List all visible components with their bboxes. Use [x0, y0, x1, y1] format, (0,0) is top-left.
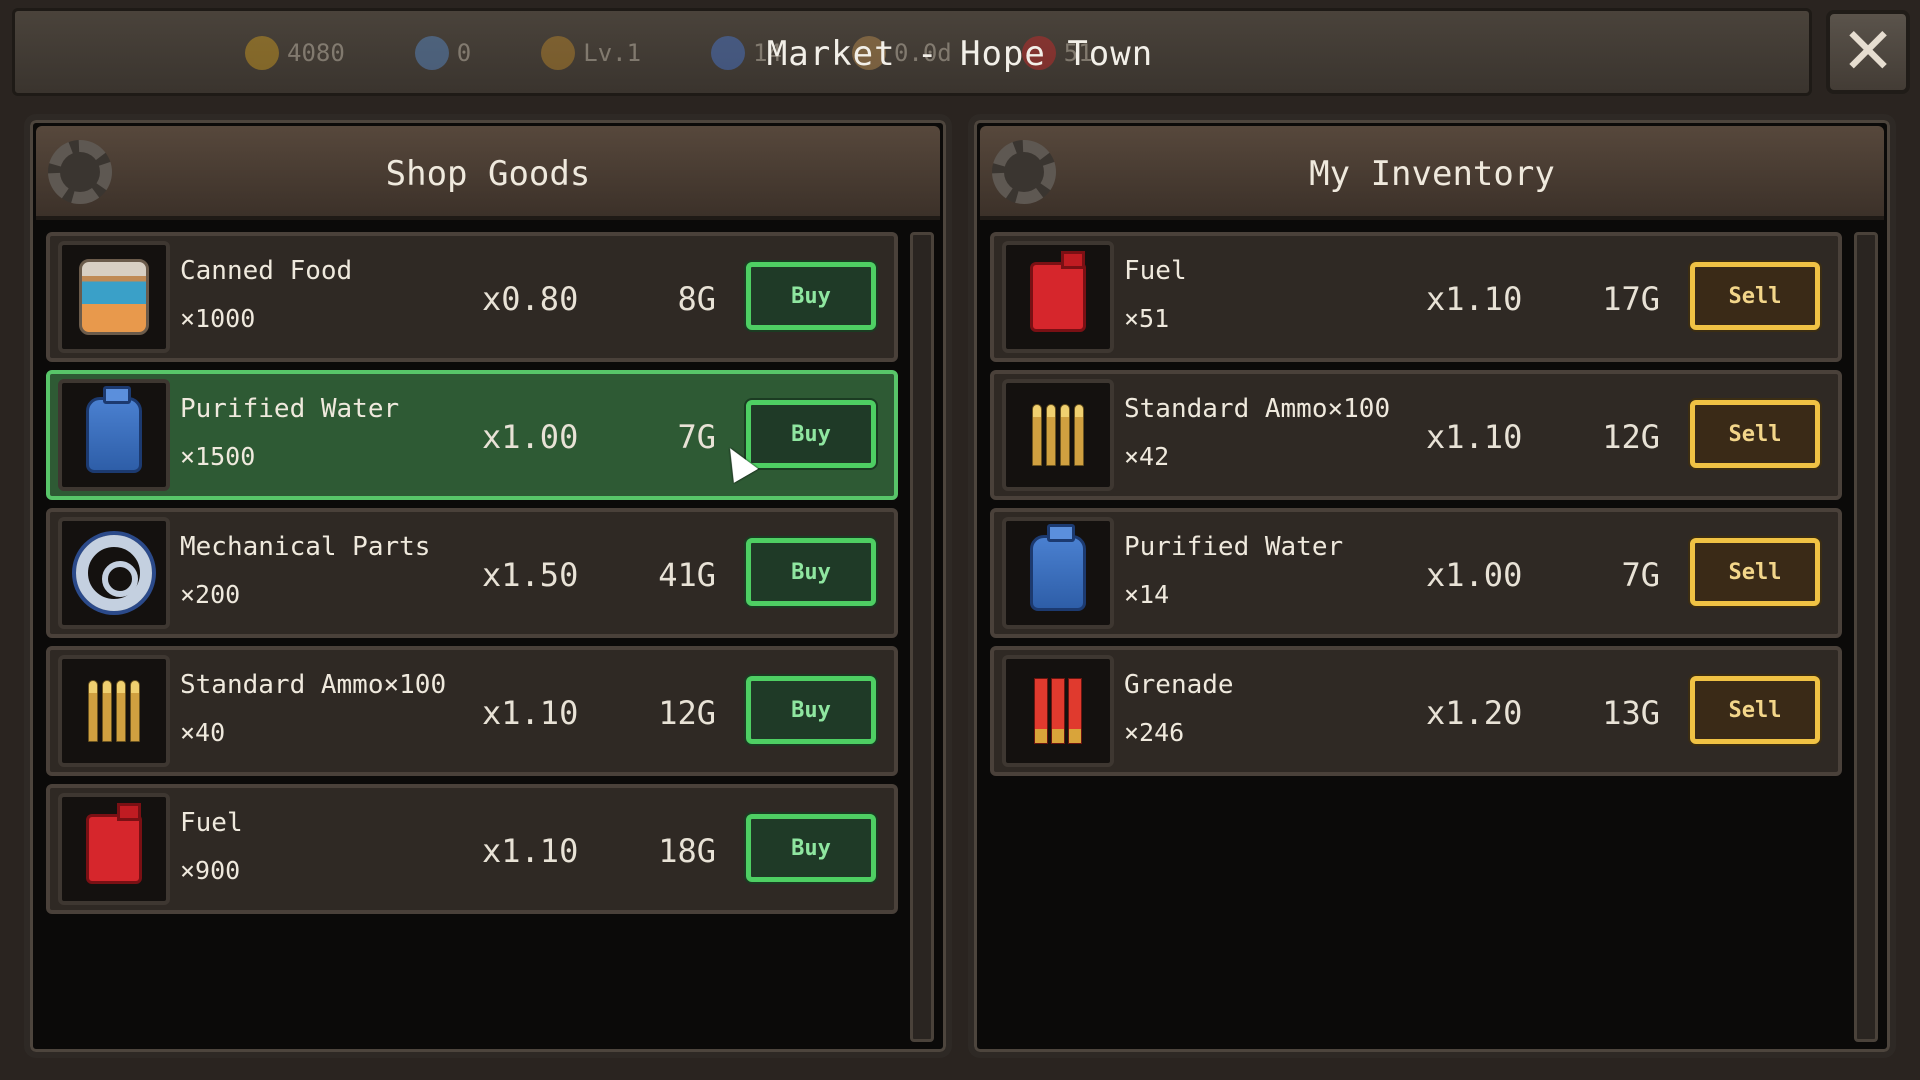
my-inventory-panel: My Inventory Fuel ×51 x1.10 17G Sell Standard…	[968, 114, 1896, 1058]
sell-button[interactable]: Sell	[1690, 538, 1820, 606]
shop-goods-panel: Shop Goods Canned Food ×1000 x0.80 8G Buy Pur…	[24, 114, 952, 1058]
price-multiplier: x1.50	[482, 556, 579, 594]
item-info: Fuel ×51	[1124, 256, 1424, 333]
item-quantity: ×1000	[180, 304, 256, 333]
item-info: Grenade ×246	[1124, 670, 1424, 747]
canned-food-icon	[58, 241, 170, 353]
item-quantity: ×900	[180, 856, 241, 885]
item-row[interactable]: Purified Water ×14 x1.00 7G Sell	[990, 508, 1842, 638]
price-multiplier: x1.10	[482, 694, 579, 732]
item-name: Standard Ammo×100	[1124, 394, 1391, 424]
item-quantity: ×1500	[180, 442, 256, 471]
item-name: Purified Water	[1124, 532, 1344, 562]
price-multiplier: x1.00	[482, 418, 579, 456]
item-quantity: ×200	[180, 580, 241, 609]
item-row[interactable]: Mechanical Parts ×200 x1.50 41G Buy	[46, 508, 898, 638]
close-button[interactable]: ✕	[1826, 10, 1910, 94]
market-title: Market - Hope Town	[766, 34, 1154, 74]
grenade-icon	[1002, 655, 1114, 767]
item-name: Standard Ammo×100	[180, 670, 447, 700]
item-row[interactable]: Fuel ×900 x1.10 18G Buy	[46, 784, 898, 914]
shop-scrollbar[interactable]	[910, 232, 934, 1042]
mechanical-parts-icon	[58, 517, 170, 629]
price-multiplier: x1.00	[1426, 556, 1523, 594]
item-quantity: ×14	[1124, 580, 1170, 609]
item-row[interactable]: Grenade ×246 x1.20 13G Sell	[990, 646, 1842, 776]
ammo-icon	[1002, 379, 1114, 491]
item-quantity: ×42	[1124, 442, 1170, 471]
purified-water-icon	[58, 379, 170, 491]
item-row[interactable]: Standard Ammo×100 ×42 x1.10 12G Sell	[990, 370, 1842, 500]
sell-button[interactable]: Sell	[1690, 400, 1820, 468]
item-name: Mechanical Parts	[180, 532, 431, 562]
item-name: Fuel	[1124, 256, 1187, 286]
item-price: 17G	[1602, 280, 1660, 318]
item-quantity: ×40	[180, 718, 226, 747]
price-multiplier: x1.10	[482, 832, 579, 870]
sell-button[interactable]: Sell	[1690, 262, 1820, 330]
panel-header: Shop Goods	[36, 126, 940, 220]
item-row[interactable]: Purified Water ×1500 x1.00 7G Buy	[46, 370, 898, 500]
item-quantity: ×246	[1124, 718, 1185, 747]
shop-item-list: Canned Food ×1000 x0.80 8G Buy Purified Water…	[46, 232, 898, 922]
price-multiplier: x1.10	[1426, 418, 1523, 456]
close-icon: ✕	[1841, 15, 1895, 89]
item-price: 12G	[658, 694, 716, 732]
item-price: 12G	[1602, 418, 1660, 456]
ammo-icon	[58, 655, 170, 767]
item-price: 8G	[677, 280, 716, 318]
panel-header: My Inventory	[980, 126, 1884, 220]
item-row[interactable]: Fuel ×51 x1.10 17G Sell	[990, 232, 1842, 362]
my-inventory-title: My Inventory	[1309, 154, 1555, 194]
shop-goods-title: Shop Goods	[385, 154, 591, 194]
buy-button[interactable]: Buy	[746, 262, 876, 330]
buy-button[interactable]: Buy	[746, 814, 876, 882]
item-info: Standard Ammo×100 ×42	[1124, 394, 1424, 471]
price-multiplier: x1.20	[1426, 694, 1523, 732]
purified-water-icon	[1002, 517, 1114, 629]
item-price: 13G	[1602, 694, 1660, 732]
fuel-can-icon	[58, 793, 170, 905]
item-price: 7G	[1621, 556, 1660, 594]
item-row[interactable]: Standard Ammo×100 ×40 x1.10 12G Buy	[46, 646, 898, 776]
item-info: Purified Water ×14	[1124, 532, 1424, 609]
item-name: Canned Food	[180, 256, 353, 286]
item-quantity: ×51	[1124, 304, 1170, 333]
item-row[interactable]: Canned Food ×1000 x0.80 8G Buy	[46, 232, 898, 362]
buy-button[interactable]: Buy	[746, 400, 876, 468]
item-name: Fuel	[180, 808, 243, 838]
fuel-can-icon	[1002, 241, 1114, 353]
item-info: Mechanical Parts ×200	[180, 532, 480, 609]
item-info: Canned Food ×1000	[180, 256, 480, 333]
item-name: Grenade	[1124, 670, 1234, 700]
item-price: 7G	[677, 418, 716, 456]
item-price: 41G	[658, 556, 716, 594]
inventory-scrollbar[interactable]	[1854, 232, 1878, 1042]
buy-button[interactable]: Buy	[746, 676, 876, 744]
item-name: Purified Water	[180, 394, 400, 424]
price-multiplier: x0.80	[482, 280, 579, 318]
sell-button[interactable]: Sell	[1690, 676, 1820, 744]
price-multiplier: x1.10	[1426, 280, 1523, 318]
item-info: Purified Water ×1500	[180, 394, 480, 471]
item-price: 18G	[658, 832, 716, 870]
item-info: Fuel ×900	[180, 808, 480, 885]
inventory-item-list: Fuel ×51 x1.10 17G Sell Standard Ammo×100 ×42 x…	[990, 232, 1842, 784]
buy-button[interactable]: Buy	[746, 538, 876, 606]
item-info: Standard Ammo×100 ×40	[180, 670, 480, 747]
